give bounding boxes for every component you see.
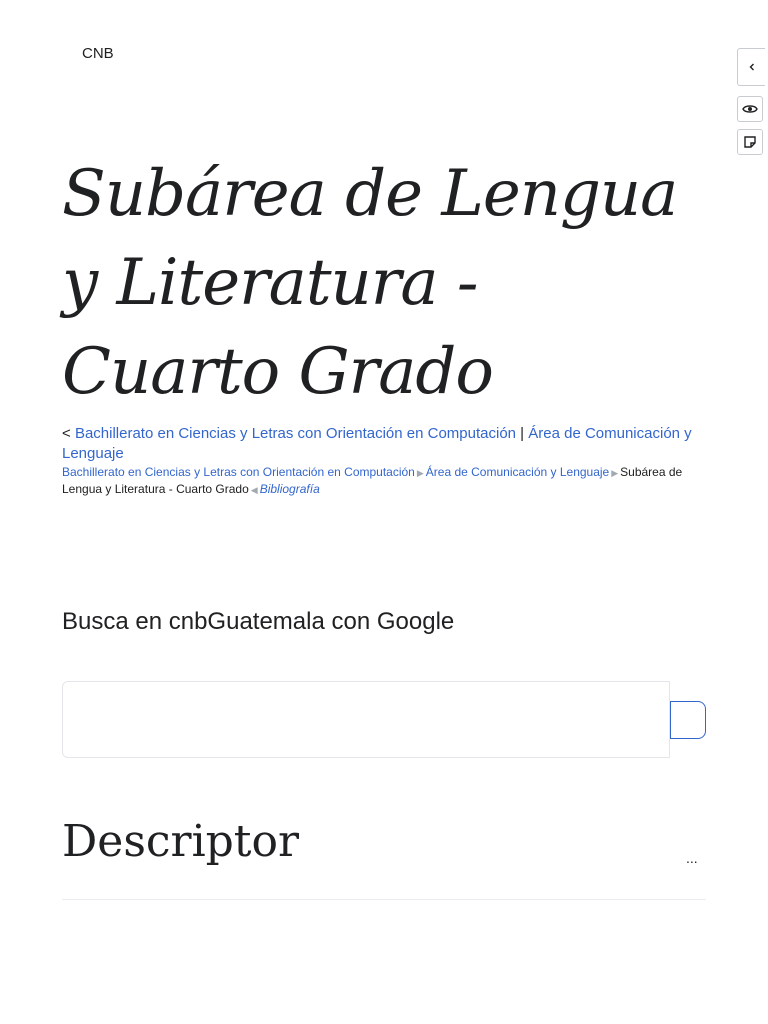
chevron-left-icon xyxy=(749,63,754,71)
search-heading: Busca en cnbGuatemala con Google xyxy=(62,608,455,635)
watch-button[interactable] xyxy=(737,96,763,122)
search-input[interactable] xyxy=(62,681,670,758)
page-title: Subárea de Lengua y Literatura - Cuarto … xyxy=(62,157,678,409)
breadcrumb: Bachillerato en Ciencias y Letras con Or… xyxy=(62,464,702,498)
side-toolbar xyxy=(735,48,765,155)
section-divider xyxy=(62,899,706,900)
search-button[interactable] xyxy=(670,701,706,739)
triangle-right-icon: ▶ xyxy=(416,468,424,478)
section-more-button[interactable]: ... xyxy=(686,850,698,866)
section-heading-descriptor: Descriptor xyxy=(62,816,300,867)
eye-icon xyxy=(742,105,758,113)
subpage-links: < Bachillerato en Ciencias y Letras con … xyxy=(62,424,702,464)
triangle-left-icon: ◀ xyxy=(250,485,258,495)
subpage-link-bachillerato[interactable]: Bachillerato en Ciencias y Letras con Or… xyxy=(75,425,516,442)
breadcrumb-next-bibliografia[interactable]: Bibliografía xyxy=(260,482,320,496)
subpage-separator: | xyxy=(516,425,529,442)
notes-button[interactable] xyxy=(737,129,763,155)
site-name[interactable]: CNB xyxy=(82,45,114,62)
subpage-prefix: < xyxy=(62,425,75,442)
triangle-right-icon: ▶ xyxy=(611,468,619,478)
breadcrumb-item-area[interactable]: Área de Comunicación y Lenguaje xyxy=(426,465,609,479)
breadcrumb-item-bachillerato[interactable]: Bachillerato en Ciencias y Letras con Or… xyxy=(62,465,415,479)
collapse-sidebar-button[interactable] xyxy=(737,48,765,86)
note-icon xyxy=(744,136,756,148)
